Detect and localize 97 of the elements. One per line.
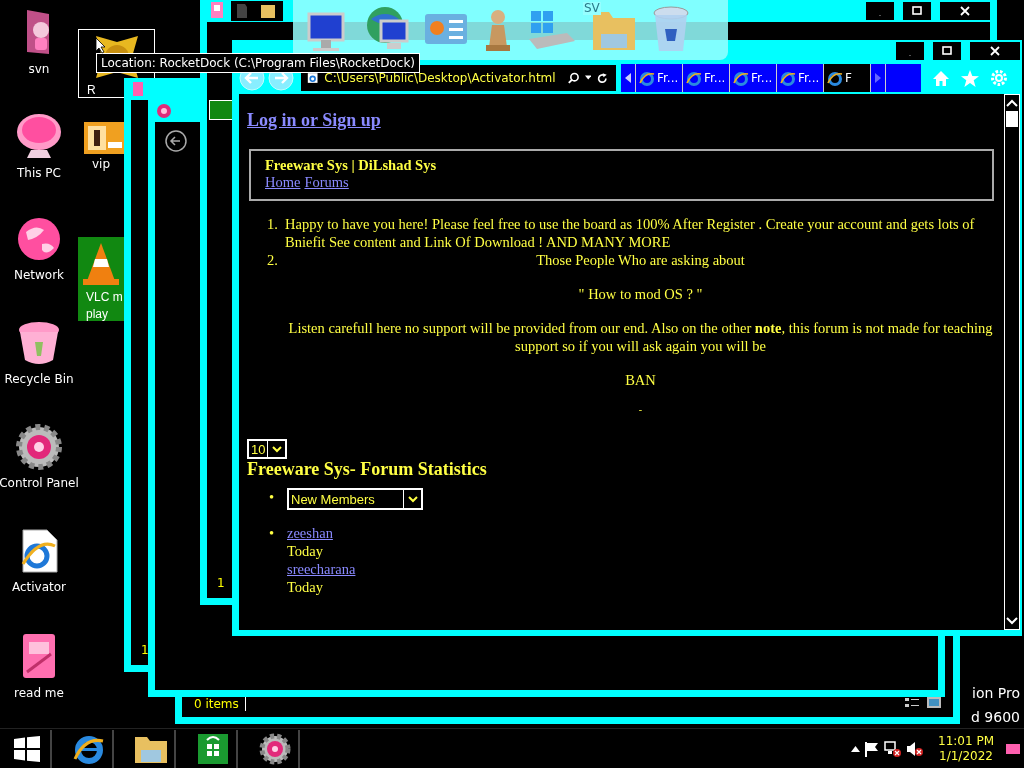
show-hidden-icons-icon[interactable] — [851, 745, 860, 752]
icon-label: play — [85, 308, 108, 321]
dash-text: - — [637, 405, 644, 415]
notice-text: BAN — [624, 371, 657, 389]
window-panes-icon — [14, 735, 40, 762]
caret-down-icon[interactable] — [1006, 617, 1018, 625]
gear-icon — [259, 732, 291, 765]
icon-label[interactable]: This PC — [17, 166, 61, 180]
icon-label[interactable]: Activator — [11, 580, 67, 594]
browser-icon — [780, 70, 796, 86]
desktop-shortcut[interactable]: vip — [84, 118, 124, 180]
cone-icon — [81, 241, 121, 287]
nav-link[interactable]: Home — [265, 174, 301, 191]
network-error-icon[interactable] — [884, 740, 902, 757]
edition-text: ion Pro — [972, 685, 1020, 701]
browser-tab[interactable]: Fr... — [683, 64, 730, 92]
search-icon[interactable] — [567, 71, 579, 85]
stats-select[interactable]: New Members — [287, 488, 423, 510]
footer-text: 1 — [141, 643, 149, 657]
browser-tab[interactable]: F — [824, 64, 871, 92]
arrow-left-icon — [625, 73, 631, 83]
caret-down-icon — [407, 495, 418, 503]
page-size-select[interactable]: 10 — [247, 439, 288, 459]
date-text: 1/1/2022 — [939, 748, 993, 764]
cursor-icon — [96, 38, 106, 54]
member-link[interactable]: zeeshan — [287, 524, 333, 542]
icon-label: R — [86, 84, 96, 97]
browser-icon — [639, 70, 655, 86]
globe-icon[interactable] — [16, 216, 62, 262]
icon-label[interactable]: Network — [13, 268, 65, 282]
browser-icon — [733, 70, 749, 86]
tooltip: Location: RocketDock (C:\Program Files\RocketDock) — [96, 53, 421, 73]
desktop-shortcut[interactable]: VLC m play — [78, 237, 124, 321]
dropdown-icon[interactable] — [585, 75, 592, 81]
close-icon — [960, 6, 970, 16]
book-icon — [133, 82, 143, 96]
icon-label[interactable]: Control Panel — [0, 476, 79, 490]
icon-label[interactable]: Recycle Bin — [4, 372, 74, 386]
join-date: Today — [287, 542, 324, 560]
refresh-icon[interactable] — [597, 71, 608, 85]
build-text: d 9600 — [971, 709, 1020, 725]
browser-tab[interactable]: Fr... — [730, 64, 777, 92]
browser-icon — [686, 70, 702, 86]
maximize-icon — [942, 46, 952, 56]
caret-down-icon — [271, 445, 282, 453]
site-title: Freeware Sys | DiLshad Sys — [265, 157, 438, 174]
disc-icon — [157, 104, 171, 118]
notice-text: Happy to have you here! Please feel free to use the board as 100% After Register . Create your account and gets lots of Bniefit See content and Link Of Download ! AND MANY MORE — [285, 215, 976, 251]
clock[interactable]: 11:01 PM 1/1/2022 — [938, 733, 994, 764]
browser-icon — [827, 70, 843, 86]
caret-up-icon[interactable] — [1006, 99, 1018, 107]
address-text: C:\Users\Public\Desktop\Activator.html — [324, 71, 556, 85]
icon-label: VLC m — [85, 291, 123, 304]
scrollbar[interactable] — [1004, 94, 1020, 630]
time-text: 11:01 PM — [938, 733, 994, 749]
page-icon — [307, 71, 319, 85]
flag-icon[interactable] — [864, 740, 880, 757]
notice-text: Those People Who are asking about — [535, 251, 746, 269]
show-desktop-button[interactable] — [1006, 743, 1020, 754]
arrow-right-icon — [875, 73, 881, 83]
volume-muted-icon[interactable] — [906, 740, 924, 757]
join-date: Today — [287, 578, 324, 596]
view-icon[interactable] — [905, 697, 941, 709]
scroll-thumb[interactable] — [1006, 111, 1018, 127]
monitor-icon[interactable] — [15, 112, 63, 160]
chess-pawn-icon[interactable] — [483, 7, 513, 53]
dock-label: SV — [583, 2, 601, 15]
browser-tab[interactable]: Fr... — [636, 64, 683, 92]
bullet: • — [269, 488, 276, 506]
maximize-button[interactable] — [903, 2, 931, 20]
document-icon[interactable] — [19, 528, 59, 574]
shopping-bag-icon — [198, 733, 228, 764]
gear-icon[interactable] — [16, 424, 62, 470]
login-link[interactable]: Log in or Sign up — [247, 110, 381, 131]
star-icon[interactable] — [961, 69, 979, 87]
bullet: • — [269, 524, 276, 542]
close-button[interactable] — [940, 2, 990, 20]
back-icon[interactable] — [165, 130, 187, 152]
close-button[interactable] — [970, 42, 1020, 60]
member-link[interactable]: sreecharana — [287, 560, 356, 578]
section-heading: Freeware Sys- Forum Statistics — [247, 459, 488, 480]
notice-text: Listen carefull here no support will be provided from our end. Also on the other note, this forum is not made for teaching support so if you will ask again you will be — [287, 319, 994, 355]
maximize-icon — [912, 6, 922, 16]
footer-text: 1 — [217, 576, 225, 590]
icon-label[interactable]: svn — [28, 62, 50, 76]
list-number: 2. — [267, 251, 279, 270]
close-icon — [990, 46, 1000, 56]
icon-label: vip — [91, 158, 111, 171]
notice-text: " How to mod OS ? " — [577, 285, 704, 303]
bin-icon[interactable] — [17, 320, 61, 366]
icon-label[interactable]: read me — [14, 686, 64, 700]
status-square — [209, 100, 233, 120]
nav-link[interactable]: Forums — [304, 174, 349, 191]
maximize-button[interactable] — [933, 42, 961, 60]
folder-icon[interactable] — [231, 1, 283, 21]
list-number: 1. — [267, 215, 279, 234]
thumbnail-icon — [84, 122, 124, 154]
